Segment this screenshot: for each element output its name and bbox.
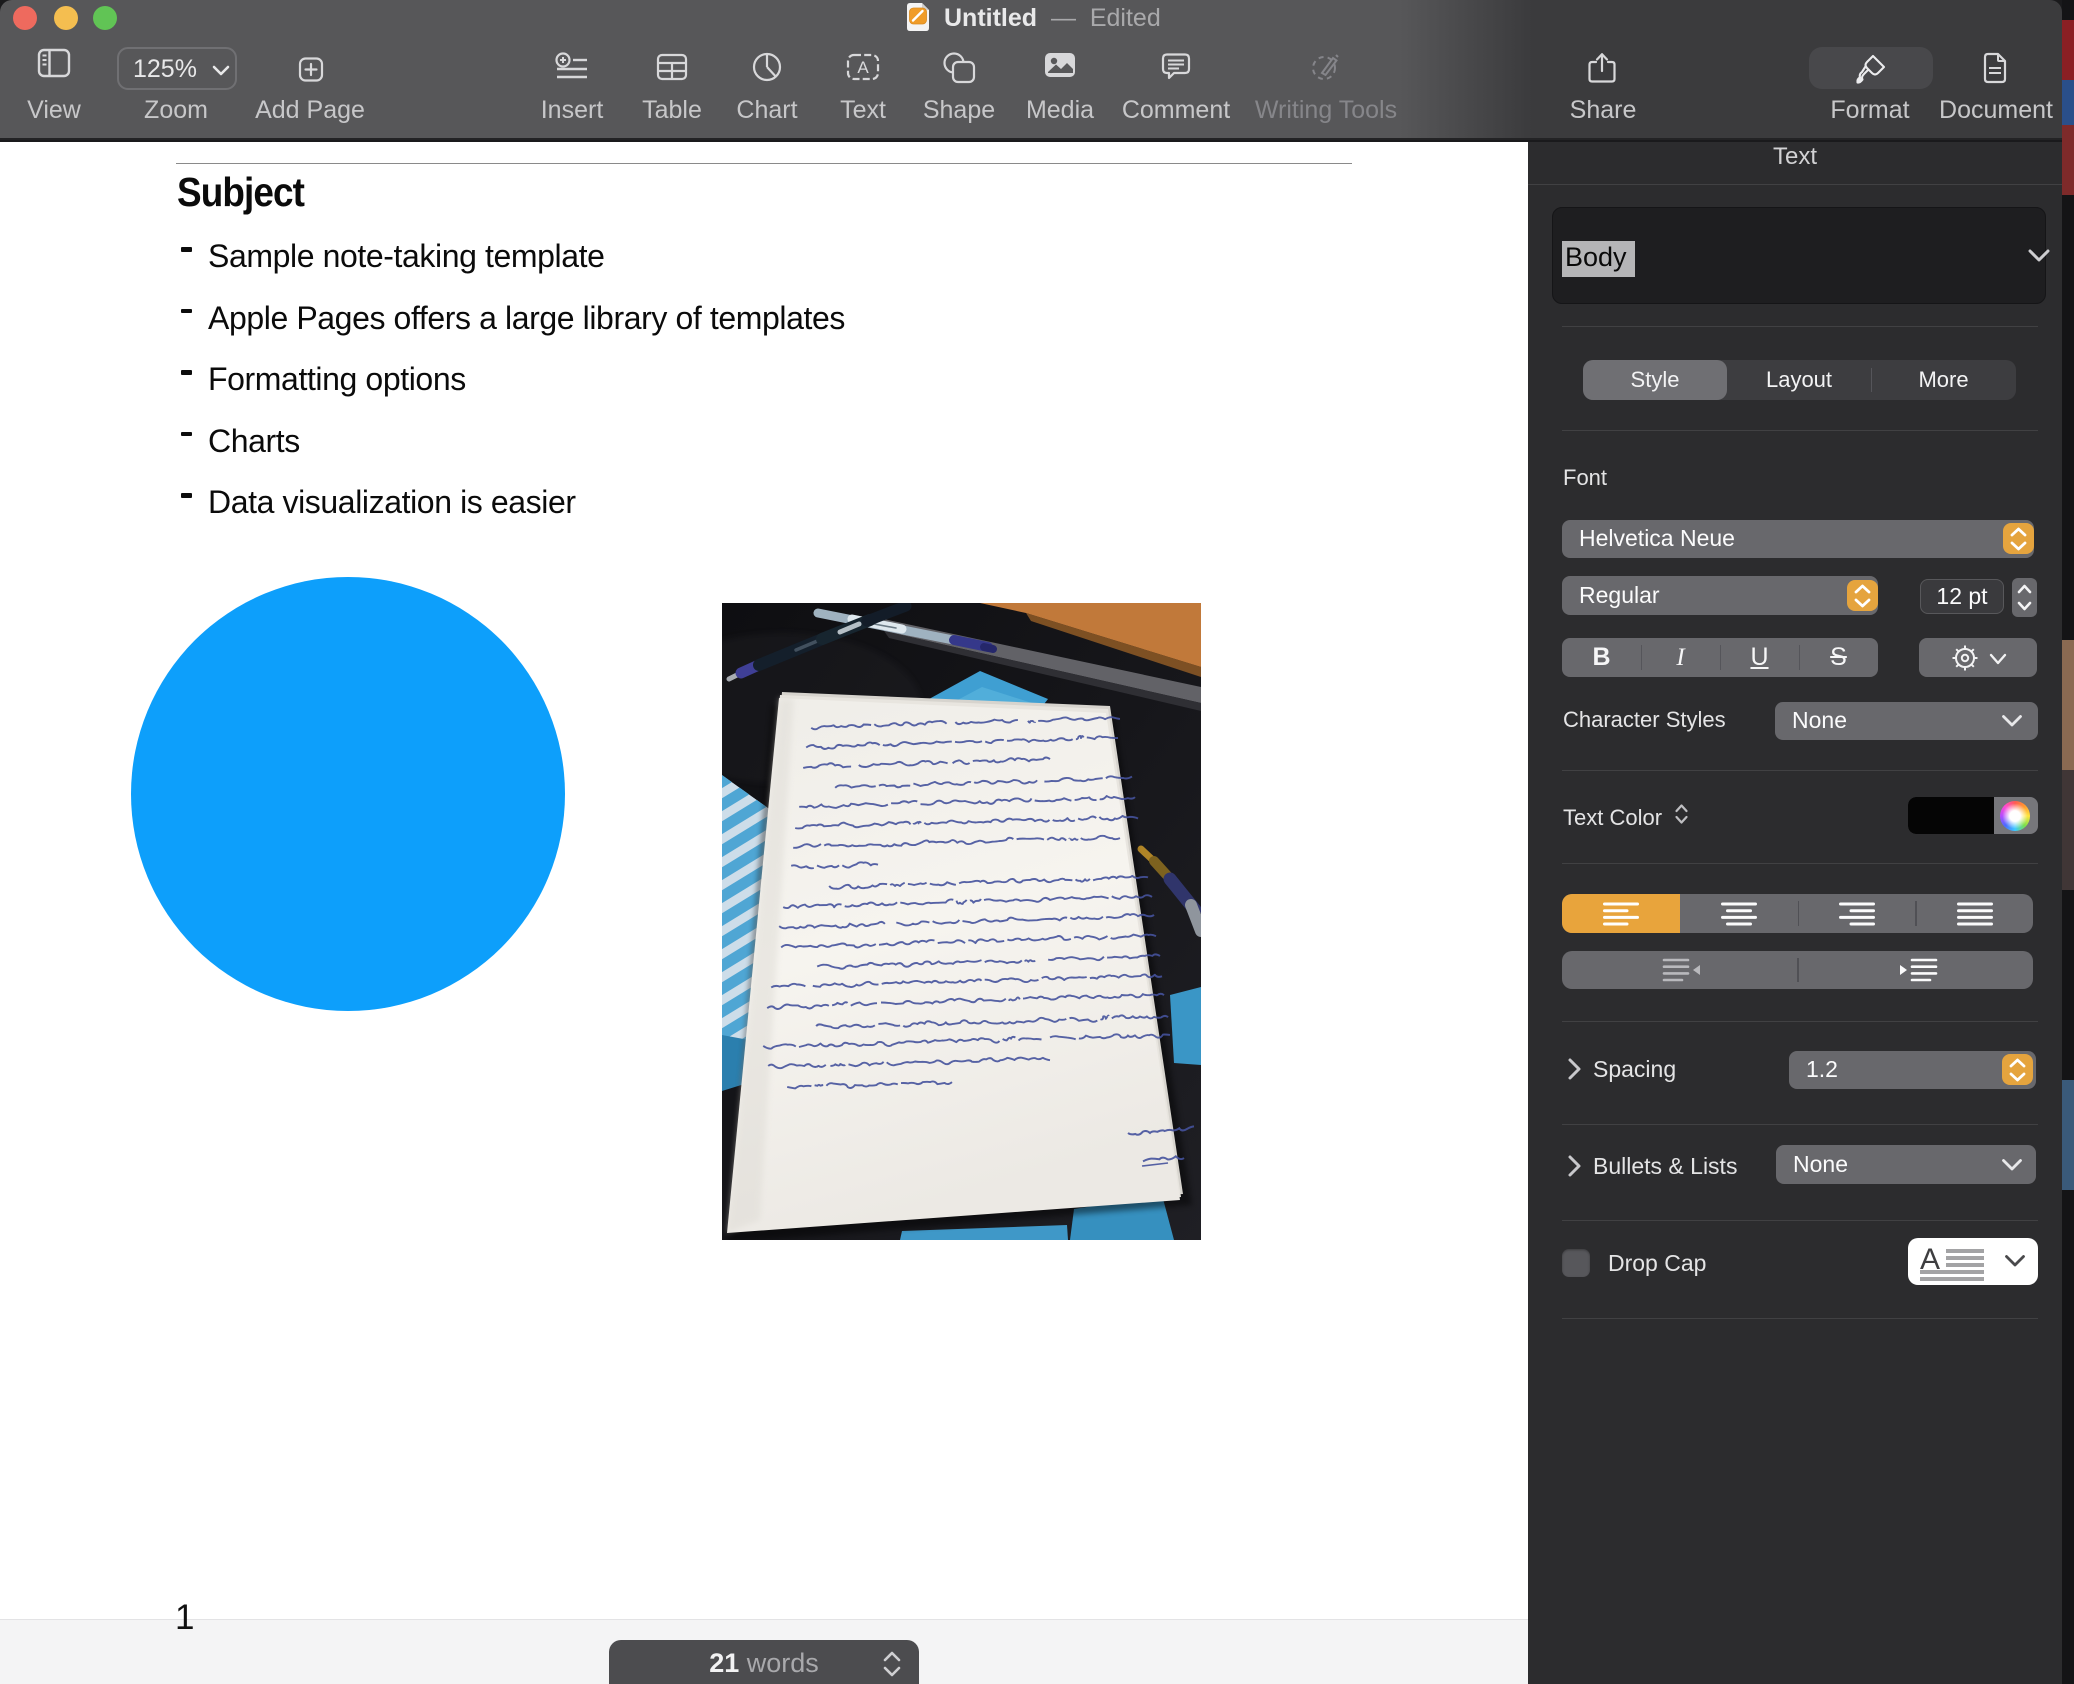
svg-text:A: A <box>857 58 869 77</box>
